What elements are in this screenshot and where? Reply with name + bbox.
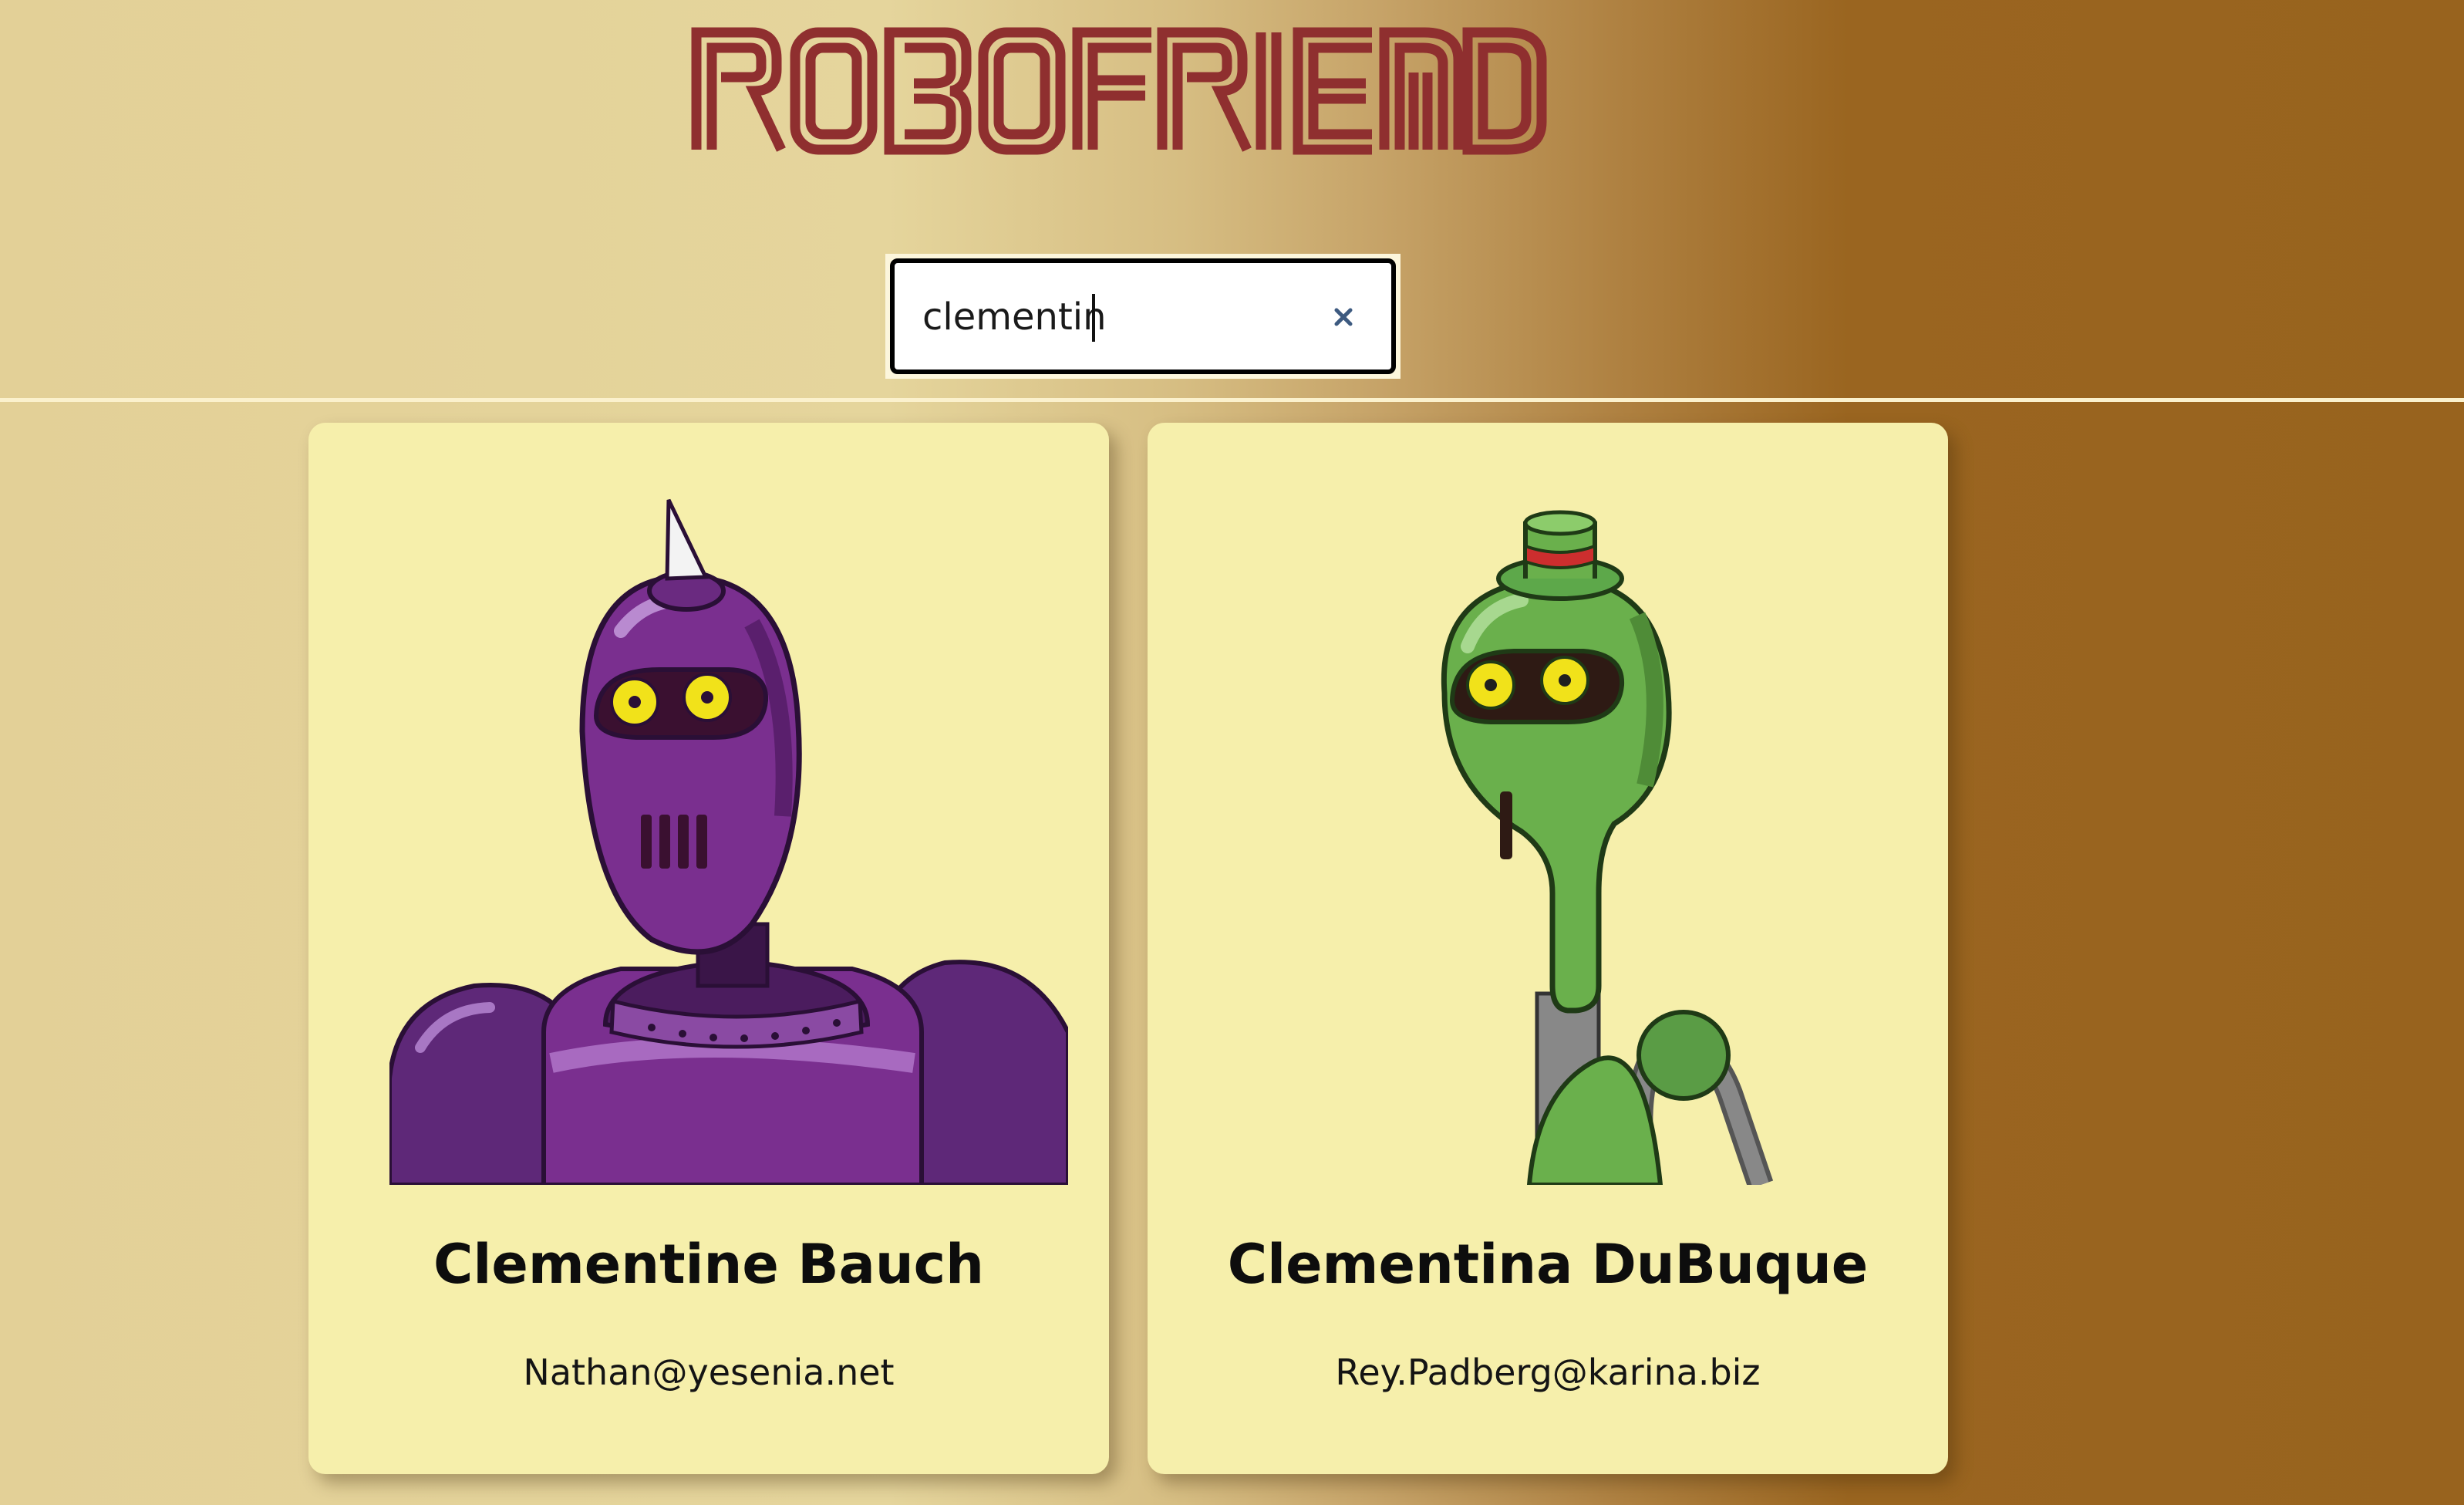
search-container [885, 254, 1401, 379]
header-divider [0, 398, 2464, 402]
text-caret [1092, 294, 1095, 342]
robot-name: Clementina DuBuque [1227, 1233, 1869, 1296]
robot-name: Clementine Bauch [433, 1233, 984, 1296]
close-icon[interactable] [1326, 300, 1360, 334]
green-robot-icon [1229, 492, 1907, 1185]
robot-email: Nathan@yesenia.net [523, 1351, 895, 1393]
app-title-logo [690, 26, 1593, 156]
search-input[interactable] [922, 280, 1293, 354]
purple-robot-icon [389, 492, 1068, 1185]
robot-card[interactable]: Clementine Bauch Nathan@yesenia.net [308, 423, 1109, 1474]
search-box [890, 258, 1396, 374]
robot-card[interactable]: Clementina DuBuque Rey.Padberg@karina.bi… [1148, 423, 1948, 1474]
robot-email: Rey.Padberg@karina.biz [1335, 1351, 1761, 1393]
